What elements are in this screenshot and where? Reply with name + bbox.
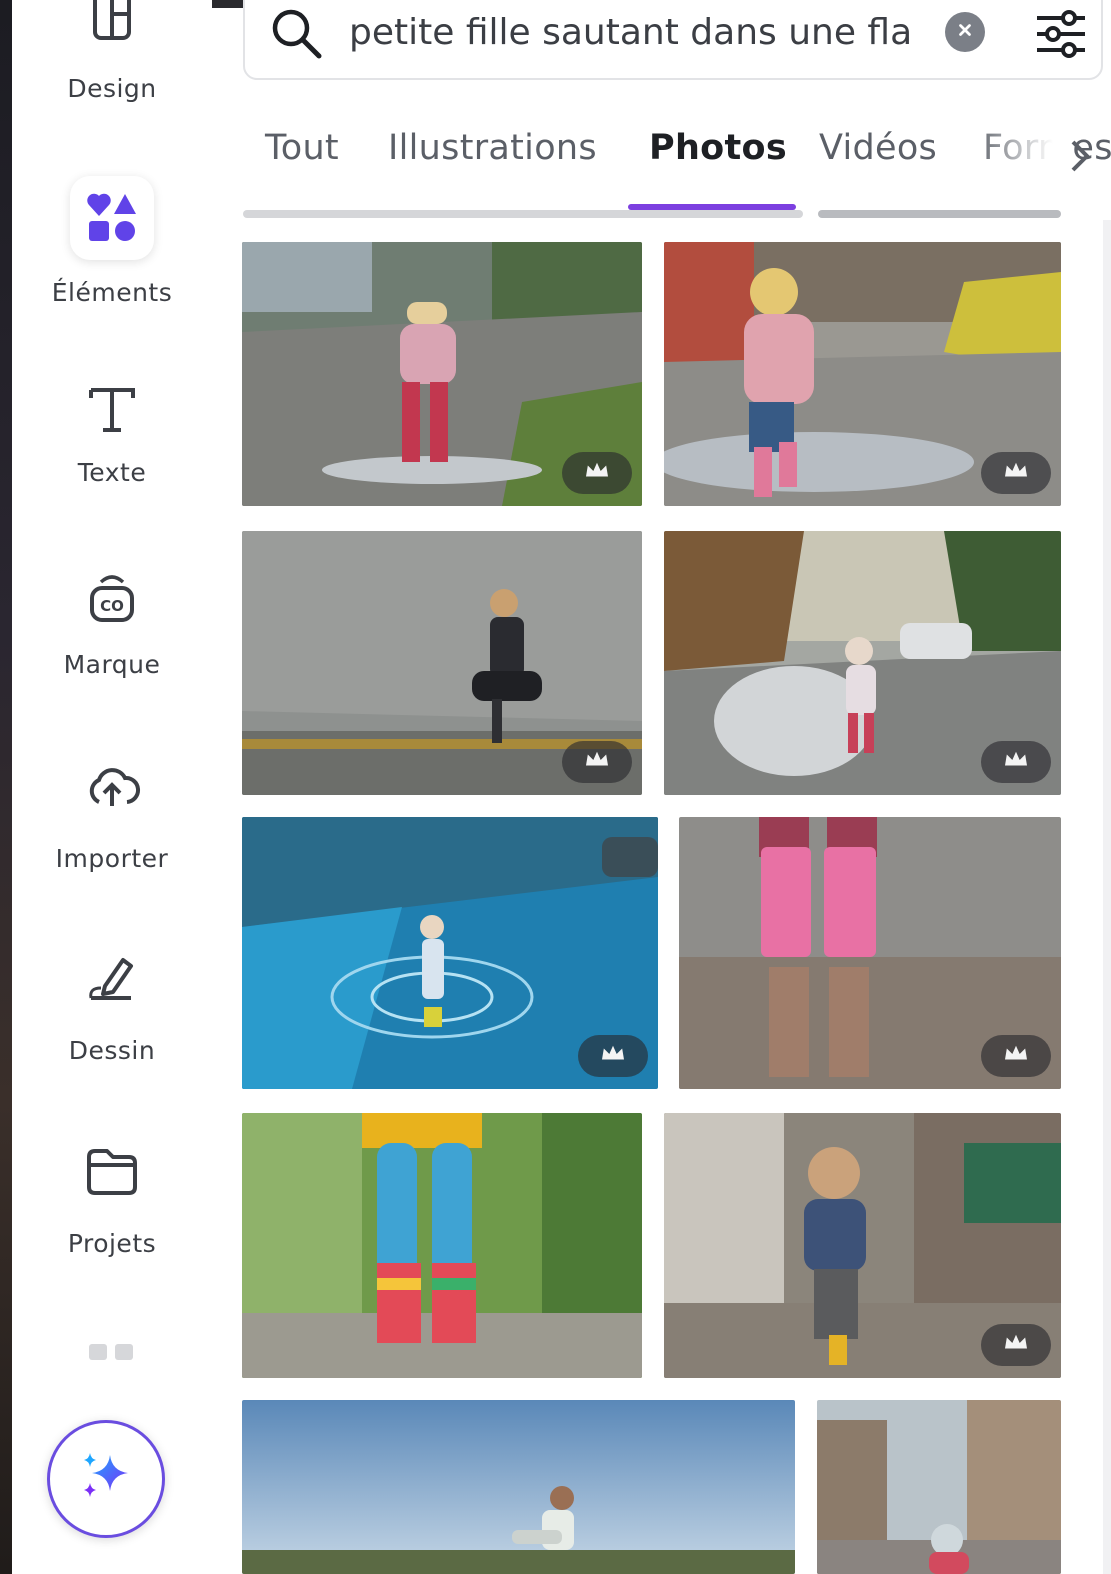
elements-icon <box>70 176 154 260</box>
canvas-edge <box>0 0 12 1574</box>
folder-icon <box>83 1143 141 1201</box>
svg-text:CO: CO <box>100 597 124 615</box>
tab-photos[interactable]: Photos <box>649 128 787 168</box>
premium-badge <box>981 452 1051 494</box>
sidebar-item-label: Marque <box>63 650 161 679</box>
photo-result[interactable] <box>664 1113 1061 1378</box>
sidebar-item-text[interactable]: Texte <box>12 380 212 487</box>
search-input[interactable] <box>349 6 909 58</box>
photo-result[interactable] <box>242 1400 795 1574</box>
crown-icon <box>1002 749 1030 775</box>
sidebar-item-upload[interactable]: Importer <box>12 758 212 873</box>
sidebar-item-elements[interactable]: Éléments <box>12 176 212 307</box>
apps-icon[interactable] <box>12 1340 212 1364</box>
crown-icon <box>599 1043 627 1069</box>
photo-result[interactable] <box>242 242 642 506</box>
premium-badge <box>981 1035 1051 1077</box>
side-panel-nav: Design Éléments Texte CO Marque Importer <box>12 0 212 1574</box>
premium-badge <box>562 452 632 494</box>
brand-icon: CO <box>83 570 141 628</box>
premium-badge <box>981 741 1051 783</box>
design-icon <box>83 0 141 48</box>
sidebar-item-label: Projets <box>67 1229 157 1258</box>
chevron-right-icon[interactable] <box>1065 136 1095 176</box>
photo-result[interactable] <box>664 531 1061 795</box>
photo-result[interactable] <box>242 817 658 1089</box>
crown-icon <box>1002 1332 1030 1358</box>
photo-result[interactable] <box>679 817 1061 1089</box>
filter-icon[interactable] <box>1033 6 1089 62</box>
photo-result[interactable] <box>664 242 1061 506</box>
sidebar-item-label: Texte <box>77 458 147 487</box>
crown-icon <box>583 749 611 775</box>
sidebar-item-design[interactable]: Design <box>12 0 212 103</box>
photo-image <box>817 1400 1061 1574</box>
sidebar-item-draw[interactable]: Dessin <box>12 950 212 1065</box>
photo-image <box>242 1400 795 1574</box>
sidebar-item-label: Design <box>67 74 157 103</box>
photo-result[interactable] <box>817 1400 1061 1574</box>
draw-icon <box>83 950 141 1008</box>
tab-all[interactable]: Tout <box>265 128 339 168</box>
close-icon <box>956 21 974 43</box>
search-icon[interactable] <box>269 6 325 62</box>
premium-badge <box>562 741 632 783</box>
premium-badge <box>578 1035 648 1077</box>
upload-icon <box>83 758 141 816</box>
text-icon <box>83 380 141 438</box>
sidebar-item-label: Importer <box>55 844 169 873</box>
sparkles-icon <box>76 1447 136 1511</box>
sidebar-item-brand[interactable]: CO Marque <box>12 570 212 679</box>
sidebar-item-label: Éléments <box>51 278 173 307</box>
results-scrollbar[interactable] <box>1103 220 1111 1574</box>
crown-icon <box>1002 460 1030 486</box>
search-bar <box>243 0 1103 80</box>
tabs-fade <box>973 128 1073 188</box>
photo-image <box>242 1113 642 1378</box>
content-type-tabs: Tout Illustrations Photos Vidéos Formes <box>243 128 1111 210</box>
tabs-divider <box>243 210 1061 220</box>
photo-result[interactable] <box>242 1113 642 1378</box>
crown-icon <box>583 460 611 486</box>
tab-illustrations[interactable]: Illustrations <box>388 128 597 168</box>
premium-badge <box>981 1324 1051 1366</box>
tab-videos[interactable]: Vidéos <box>819 128 937 168</box>
clear-search-button[interactable] <box>945 12 985 52</box>
photo-result[interactable] <box>242 531 642 795</box>
sidebar-item-projects[interactable]: Projets <box>12 1143 212 1258</box>
magic-button[interactable] <box>47 1420 165 1538</box>
sidebar-item-label: Dessin <box>68 1036 156 1065</box>
crown-icon <box>1002 1043 1030 1069</box>
